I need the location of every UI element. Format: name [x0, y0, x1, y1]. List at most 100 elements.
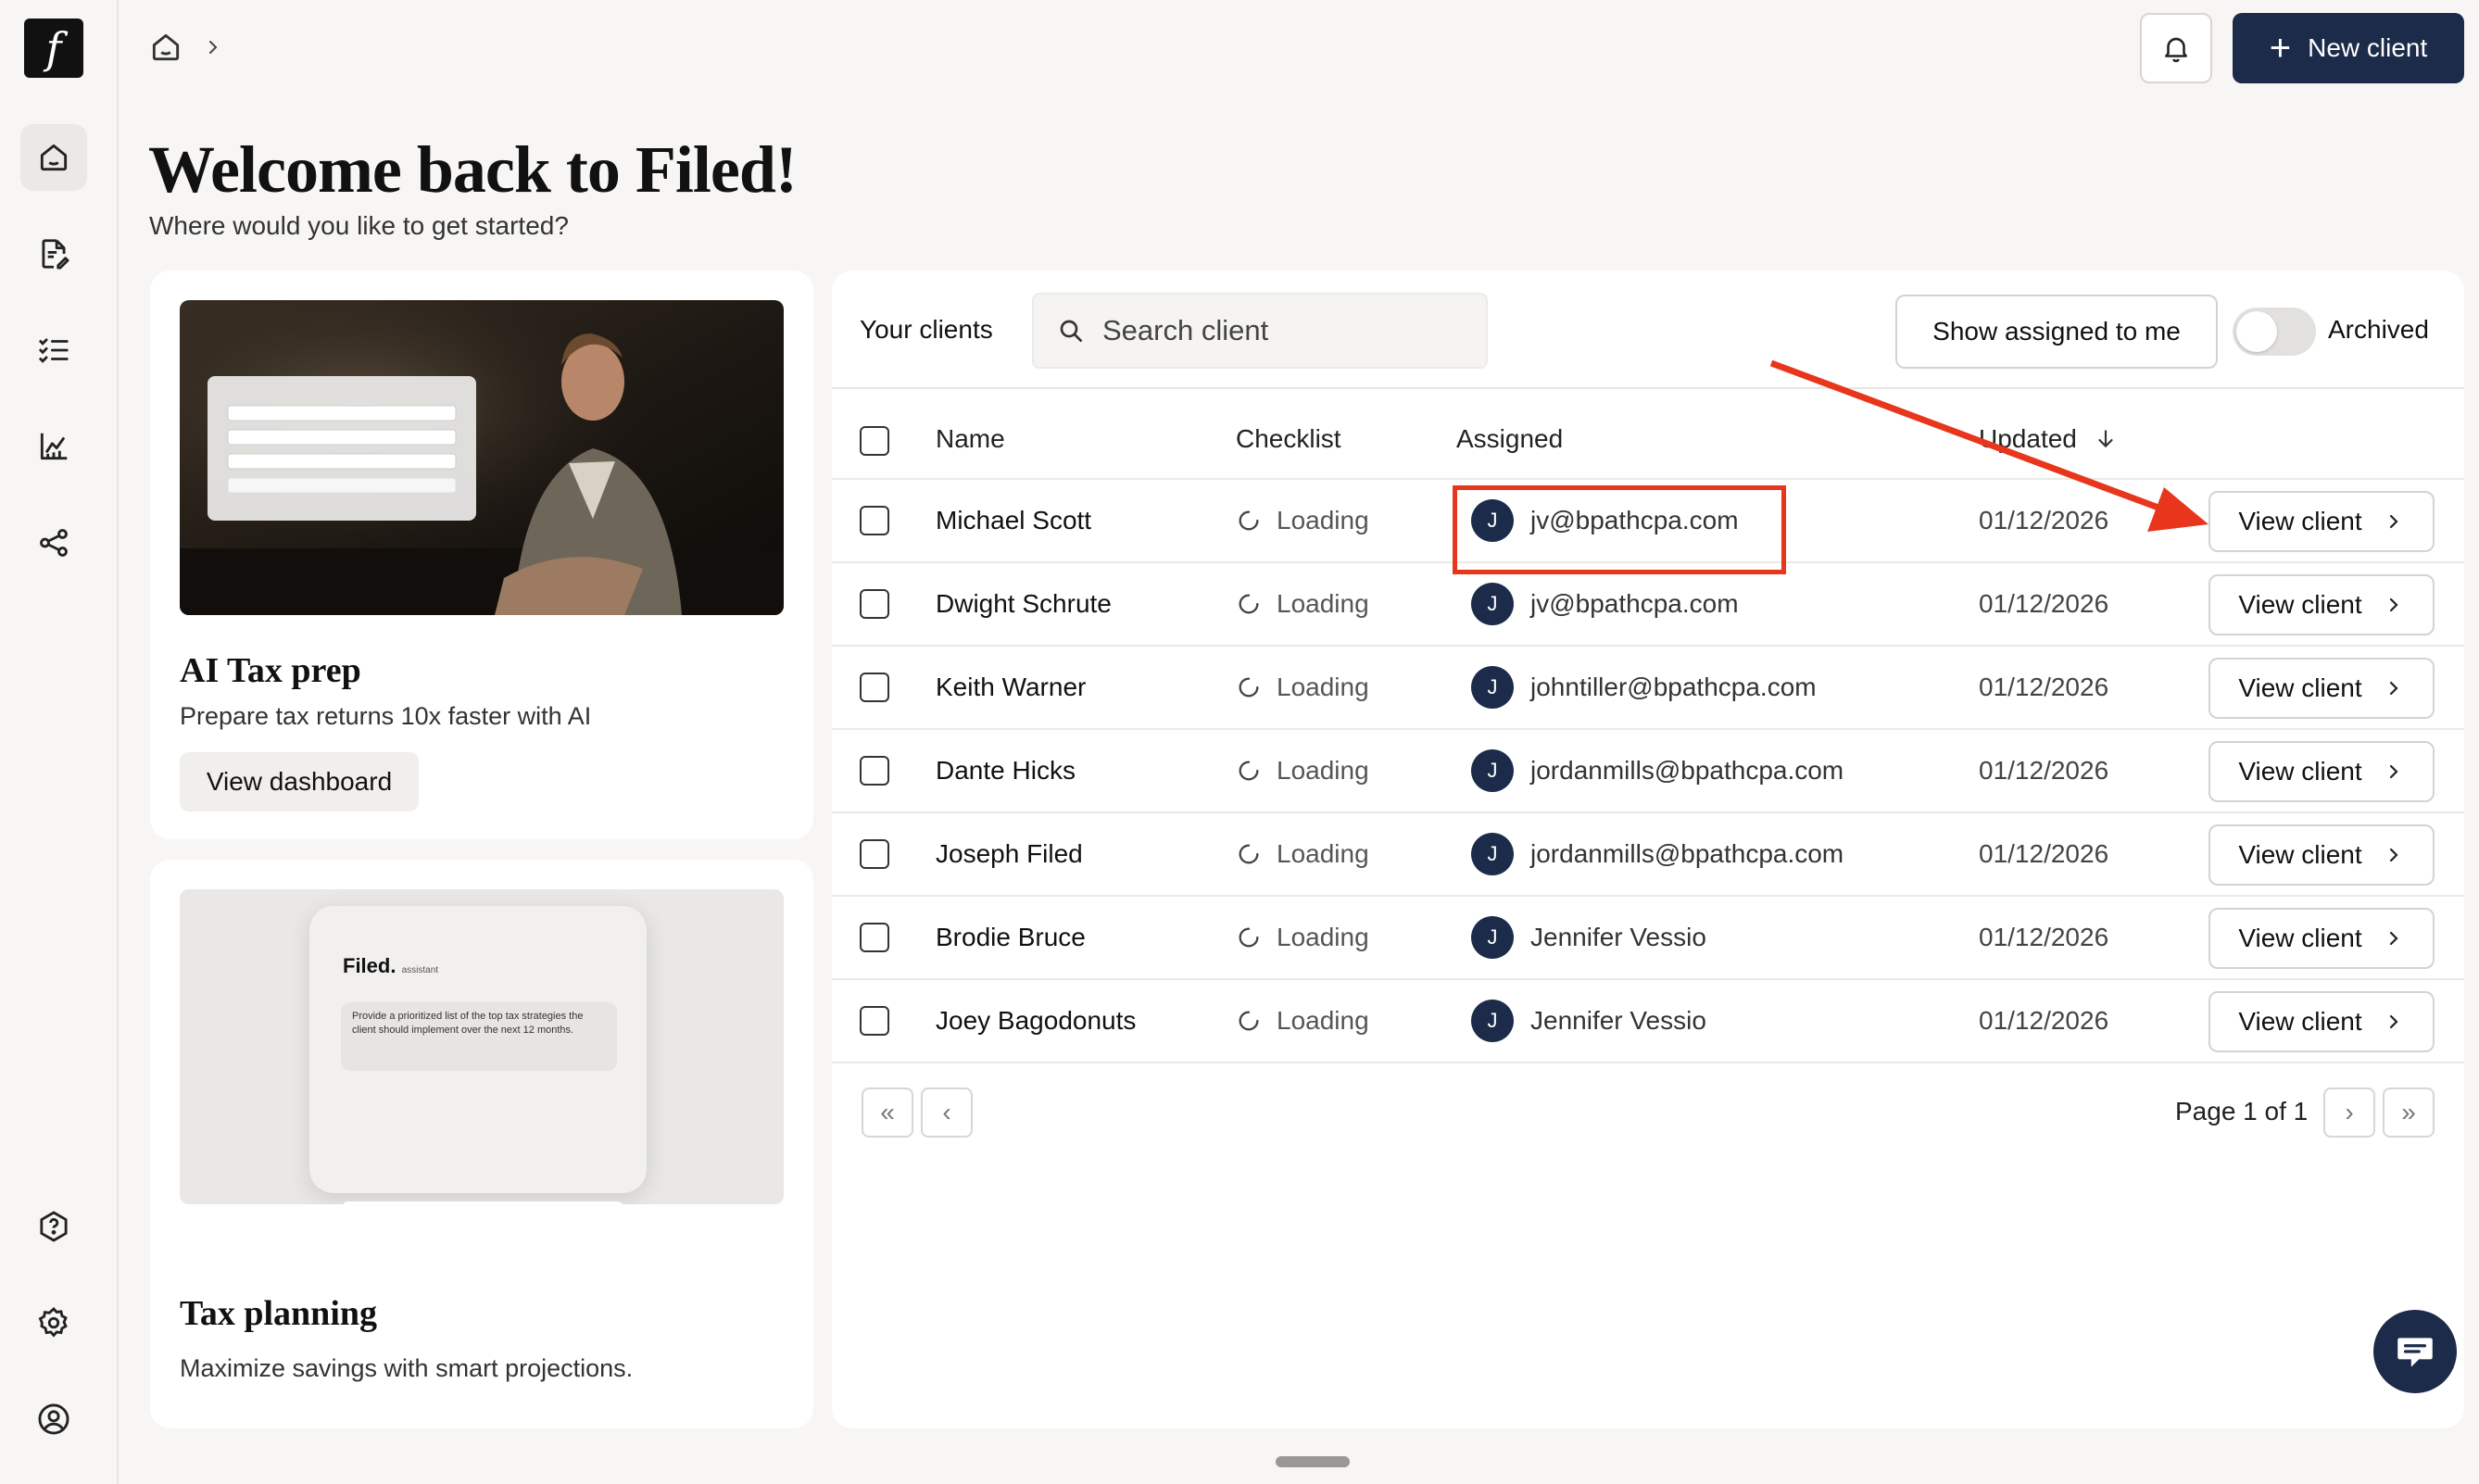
client-name: Dwight Schrute: [936, 589, 1112, 618]
ai-tax-prep-title: AI Tax prep: [180, 651, 361, 690]
checklist-status: Loading: [1236, 563, 1369, 645]
sidebar-item-documents[interactable]: [20, 220, 87, 287]
column-header-checklist[interactable]: Checklist: [1236, 424, 1341, 454]
view-client-button[interactable]: View client: [2208, 491, 2435, 552]
sidebar: f: [0, 0, 119, 1484]
sidebar-item-checklists[interactable]: [20, 317, 87, 384]
search-icon: [1060, 320, 1082, 342]
checklist-status: Loading: [1236, 730, 1369, 811]
view-client-button[interactable]: View client: [2208, 908, 2435, 969]
assistant-brand: Filed. assistant: [343, 954, 439, 977]
sidebar-item-integrations[interactable]: [20, 509, 87, 576]
assigned-user: J johntiller@bpathcpa.com: [1471, 647, 1817, 728]
checklist-status: Loading: [1236, 813, 1369, 895]
chevron-right-icon: [2389, 597, 2398, 612]
archived-toggle[interactable]: [2233, 308, 2316, 356]
view-client-label: View client: [2238, 673, 2362, 702]
row-checkbox[interactable]: [860, 506, 889, 535]
updated-date: 01/12/2026: [1979, 1006, 2109, 1035]
table-row[interactable]: Brodie Bruce Loading J Jennifer Vessio 0…: [832, 895, 2464, 978]
assigned-user: J Jennifer Vessio: [1471, 980, 1706, 1062]
chevron-right-icon: [2389, 1014, 2398, 1029]
notifications-button[interactable]: [2140, 13, 2212, 83]
checklist-status-label: Loading: [1277, 1006, 1369, 1035]
loading-spinner-icon: [1239, 510, 1259, 531]
search-box[interactable]: [1032, 293, 1488, 369]
chat-support-button[interactable]: [2373, 1310, 2457, 1393]
assigned-label: Jennifer Vessio: [1530, 1006, 1706, 1035]
assistant-input: [341, 1201, 624, 1204]
column-header-updated[interactable]: Updated: [1979, 424, 2118, 454]
scroll-handle[interactable]: [1276, 1456, 1350, 1467]
select-all-checkbox[interactable]: [860, 426, 889, 456]
view-client-button[interactable]: View client: [2208, 741, 2435, 802]
home-icon: [40, 144, 68, 171]
filed-logo[interactable]: f: [24, 19, 83, 78]
view-client-label: View client: [2238, 924, 2362, 952]
clients-heading: Your clients: [860, 315, 993, 344]
table-bottom-border: [832, 1062, 2464, 1063]
updated-date: 01/12/2026: [1979, 506, 2109, 534]
sidebar-item-profile[interactable]: [20, 1386, 87, 1453]
view-client-button[interactable]: View client: [2208, 574, 2435, 635]
checklist-status-label: Loading: [1277, 839, 1369, 868]
ai-tax-prep-desc: Prepare tax returns 10x faster with AI: [180, 702, 592, 730]
sidebar-item-home[interactable]: [20, 124, 87, 191]
checklist-status-label: Loading: [1277, 673, 1369, 701]
chevron-right-icon: [2389, 764, 2398, 779]
prev-page-button[interactable]: ‹: [921, 1088, 973, 1138]
checklist-status: Loading: [1236, 897, 1369, 978]
view-client-button[interactable]: View client: [2208, 658, 2435, 719]
view-client-button[interactable]: View client: [2208, 824, 2435, 886]
settings-icon: [38, 1306, 68, 1338]
last-page-button[interactable]: »: [2383, 1088, 2435, 1138]
search-input[interactable]: [1102, 314, 1473, 347]
avatar: J: [1471, 833, 1514, 875]
bell-icon: [2165, 37, 2187, 63]
row-checkbox[interactable]: [860, 923, 889, 952]
tax-planning-image: Filed. assistant Provide a prioritized l…: [180, 889, 784, 1204]
client-name: Michael Scott: [936, 506, 1092, 534]
row-checkbox[interactable]: [860, 756, 889, 786]
view-client-label: View client: [2238, 757, 2362, 786]
column-header-name[interactable]: Name: [936, 424, 1005, 454]
help-icon: [40, 1211, 68, 1242]
tax-planning-desc: Maximize savings with smart projections.: [180, 1354, 634, 1382]
row-checkbox[interactable]: [860, 589, 889, 619]
first-page-button[interactable]: «: [862, 1088, 913, 1138]
table-row[interactable]: Joseph Filed Loading J jordanmills@bpath…: [832, 811, 2464, 895]
next-page-button[interactable]: ›: [2323, 1088, 2375, 1138]
table-row[interactable]: Keith Warner Loading J johntiller@bpathc…: [832, 645, 2464, 728]
client-name: Brodie Bruce: [936, 923, 1086, 951]
view-client-label: View client: [2238, 507, 2362, 535]
new-client-button[interactable]: + New client: [2233, 13, 2464, 83]
sidebar-item-settings[interactable]: [20, 1289, 87, 1356]
view-client-label: View client: [2238, 1007, 2362, 1036]
sidebar-item-help[interactable]: [20, 1193, 87, 1260]
chevron-right-icon: [2389, 848, 2398, 862]
annotation-highlight-box: [1453, 485, 1786, 574]
tax-planning-card: Filed. assistant Provide a prioritized l…: [150, 860, 813, 1428]
ai-tax-prep-card: AI Tax prep Prepare tax returns 10x fast…: [150, 270, 813, 839]
show-assigned-button[interactable]: Show assigned to me: [1895, 295, 2218, 369]
breadcrumb-home-icon[interactable]: [148, 30, 183, 65]
table-row[interactable]: Dante Hicks Loading J jordanmills@bpathc…: [832, 728, 2464, 811]
avatar: J: [1471, 1000, 1514, 1042]
page-title: Welcome back to Filed!: [148, 132, 798, 207]
column-header-assigned[interactable]: Assigned: [1456, 424, 1563, 454]
table-row[interactable]: Joey Bagodonuts Loading J Jennifer Vessi…: [832, 978, 2464, 1062]
view-dashboard-button[interactable]: View dashboard: [180, 752, 419, 811]
breadcrumb-chevron-icon: [209, 41, 218, 54]
row-checkbox[interactable]: [860, 673, 889, 702]
row-checkbox[interactable]: [860, 1006, 889, 1036]
view-client-button[interactable]: View client: [2208, 991, 2435, 1052]
page-indicator: Page 1 of 1: [2175, 1097, 2309, 1126]
sidebar-item-reports[interactable]: [20, 413, 87, 480]
view-client-label: View client: [2238, 590, 2362, 619]
row-checkbox[interactable]: [860, 839, 889, 869]
chevron-right-icon: [2389, 931, 2398, 946]
assistant-preview: Filed. assistant Provide a prioritized l…: [309, 906, 647, 1204]
clients-panel: Your clients Show assigned to me Archive…: [832, 270, 2464, 1428]
updated-date: 01/12/2026: [1979, 673, 2109, 701]
archived-label: Archived: [2328, 315, 2429, 344]
